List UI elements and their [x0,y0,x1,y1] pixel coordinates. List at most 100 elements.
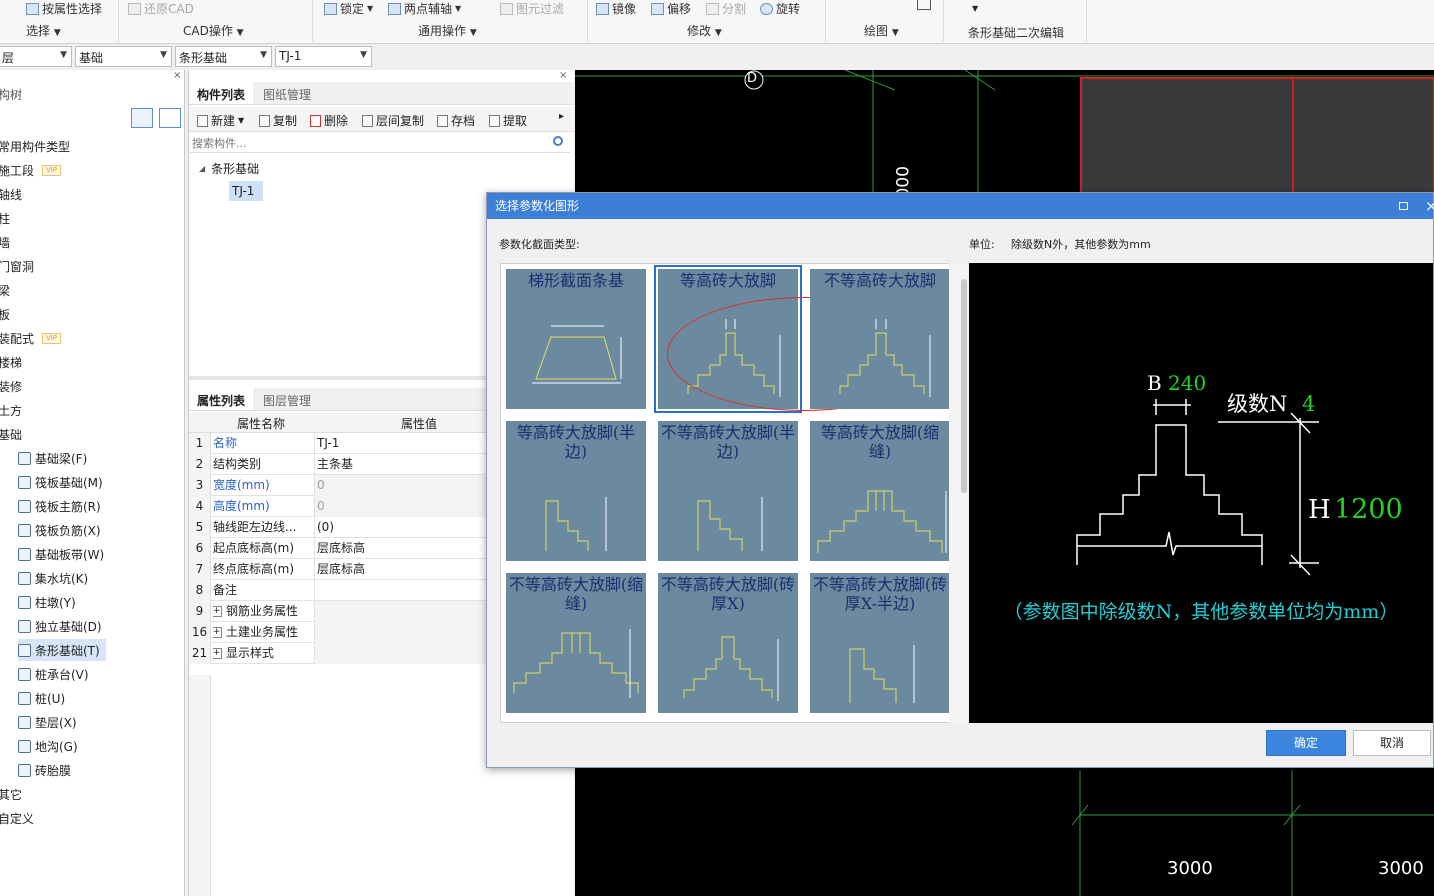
tree-subitem[interactable]: 独立基础(D) [18,615,102,637]
tree-item[interactable]: 土方 [0,399,22,421]
ok-button[interactable]: 确定 [1266,730,1346,756]
tree-item[interactable]: 墙 [0,231,10,253]
cad-ops-group-label[interactable]: CAD操作 ▼ [183,22,244,39]
draw-shape-icon[interactable] [917,0,931,10]
tree-item[interactable]: 轴线 [0,183,22,205]
tree-subitem[interactable]: 基础梁(F) [18,447,87,469]
chevron-down-icon[interactable]: ▼ [972,4,978,13]
tree-item[interactable]: 基础 [0,423,22,445]
tree-subitem[interactable]: 桩(U) [18,687,65,709]
floor-copy-button[interactable]: 层间复制 [362,112,424,129]
tree-item[interactable]: 梁 [0,279,10,301]
restore-cad-button[interactable]: 还原CAD [128,0,194,17]
tree-item[interactable]: 楼梯 [0,351,22,373]
tree-item[interactable]: 自定义 [0,807,34,829]
common-ops-group-label[interactable]: 通用操作 ▼ [418,22,477,39]
shape-thumbnail[interactable]: 不等高砖大放脚(砖厚X-半边) [810,573,950,713]
expand-icon[interactable]: + [213,627,222,638]
scrollbar-thumb[interactable] [961,279,967,493]
chevron-down-icon: ▼ [260,50,267,60]
header-value: 属性值 [401,417,438,431]
property-name: 结构类别 [213,454,313,475]
tree-item[interactable]: 门窗洞 [0,255,34,277]
tree-subitem[interactable]: 筏板负筋(X) [18,519,101,541]
cancel-button[interactable]: 取消 [1353,730,1431,756]
close-icon[interactable]: × [1425,193,1434,219]
expand-icon[interactable]: + [213,606,222,617]
tree-subitem[interactable]: 条形基础(T) [18,639,106,661]
tree-subitem[interactable]: 砖胎膜 [18,759,71,781]
tree-item[interactable]: 装修 [0,375,22,397]
grid-view-icon[interactable] [159,108,181,128]
tree-subitem[interactable]: 基础板带(W) [18,543,104,565]
tree-item[interactable]: 板 [0,303,10,325]
tree-item[interactable]: 装配式 VIP [0,327,62,349]
type-select[interactable]: 条形基础 ▼ [175,46,272,67]
more-icon[interactable]: ▸ [559,111,564,122]
shape-thumbnail[interactable]: 梯形截面条基 [506,269,646,409]
split-button[interactable]: 分割 [706,0,746,17]
close-icon[interactable]: × [173,70,181,81]
shape-thumbnail[interactable]: 等高砖大放脚(半边) [506,421,646,561]
tab-layer-manage[interactable]: 图层管理 [255,388,319,410]
list-view-icon[interactable] [131,108,153,128]
shape-caption: 不等高砖大放脚(砖厚X) [660,575,796,613]
tree-child-item[interactable]: TJ-1 [229,181,263,201]
foundation-type-icon [18,715,31,729]
tab-property-list[interactable]: 属性列表 [189,388,254,410]
shape-thumbnail[interactable]: 不等高砖大放脚(砖厚X) [658,573,798,713]
tree-item[interactable]: 柱 [0,207,10,229]
expand-icon[interactable]: + [213,648,222,659]
filter-icon [500,2,513,15]
tree-subitem[interactable]: 地沟(G) [18,735,78,757]
shape-gallery: 梯形截面条基 等高砖大放脚 不等高砖大放脚 等高砖大放脚(半边) 不等高砖大放脚… [500,263,958,723]
rotate-button[interactable]: 旋转 [760,0,800,17]
two-point-aux-button[interactable]: 两点辅轴 ▼ [388,0,461,17]
floor-select[interactable]: 层 ▼ [0,46,72,67]
tree-subitem[interactable]: 桩承台(V) [18,663,89,685]
component-tree-panel: × 构树 常用构件类型 施工段 VIP 轴线柱墙门窗洞梁板装配式 VIP 楼梯 装修 土方 基础… [0,70,185,896]
close-icon[interactable]: × [559,70,567,81]
new-button[interactable]: 新建 ▼ [197,112,244,129]
copy-button[interactable]: 复制 [259,112,297,129]
property-name: 高度(mm) [213,496,313,517]
shape-thumbnail[interactable]: 等高砖大放脚(缩缝) [810,421,950,561]
tree-item[interactable]: 施工段 VIP [0,159,62,181]
tree-item[interactable]: 常用构件类型 [0,135,70,157]
modify-group-label[interactable]: 修改 ▼ [687,22,722,39]
tree-root-item[interactable]: ◢ 条形基础 [199,160,259,177]
n-value: 4 [1302,392,1315,416]
tree-item-label: 轴线 [0,187,23,202]
filter-elements-button[interactable]: 图元过滤 [500,0,564,17]
tree-item[interactable]: 其它 [0,783,22,805]
tree-subitem[interactable]: 筏板主筋(R) [18,495,101,517]
tab-drawing-manage[interactable]: 图纸管理 [255,82,319,104]
tree-subitem[interactable]: 集水坑(K) [18,567,88,589]
lock-button[interactable]: 锁定 ▼ [324,0,373,17]
select-by-attribute-button[interactable]: 按属性选择 [26,0,102,17]
draw-group-label[interactable]: 绘图 ▼ [864,22,899,39]
component-search-input[interactable] [190,134,570,153]
tree-subitem[interactable]: 筏板基础(M) [18,471,103,493]
extract-button[interactable]: 提取 [489,112,527,129]
mirror-button[interactable]: 镜像 [596,0,636,17]
shape-thumbnail[interactable]: 不等高砖大放脚 [810,269,950,409]
maximize-icon[interactable] [1399,202,1408,210]
shape-thumbnail[interactable]: 不等高砖大放脚(缩缝) [506,573,646,713]
tree-subitem[interactable]: 垫层(X) [18,711,77,733]
shape-thumbnail[interactable]: 不等高砖大放脚(半边) [658,421,798,561]
select-group-label[interactable]: 选择 ▼ [26,22,61,39]
offset-button[interactable]: 偏移 [651,0,691,17]
tree-item-label: 地沟(G) [35,739,78,754]
tree-subitem[interactable]: 柱墩(Y) [18,591,76,613]
delete-button[interactable]: 删除 [310,112,348,129]
gallery-scrollbar[interactable] [949,263,967,723]
shape-thumbnail[interactable]: 等高砖大放脚 [658,269,798,409]
foundation-element[interactable] [1080,77,1434,194]
component-select[interactable]: TJ-1 ▼ [275,46,372,67]
search-icon[interactable] [553,136,563,146]
archive-button[interactable]: 存档 [437,112,475,129]
category-select[interactable]: 基础 ▼ [75,46,172,67]
dim-text: 3000 [1167,858,1213,879]
tab-component-list[interactable]: 构件列表 [189,82,254,104]
